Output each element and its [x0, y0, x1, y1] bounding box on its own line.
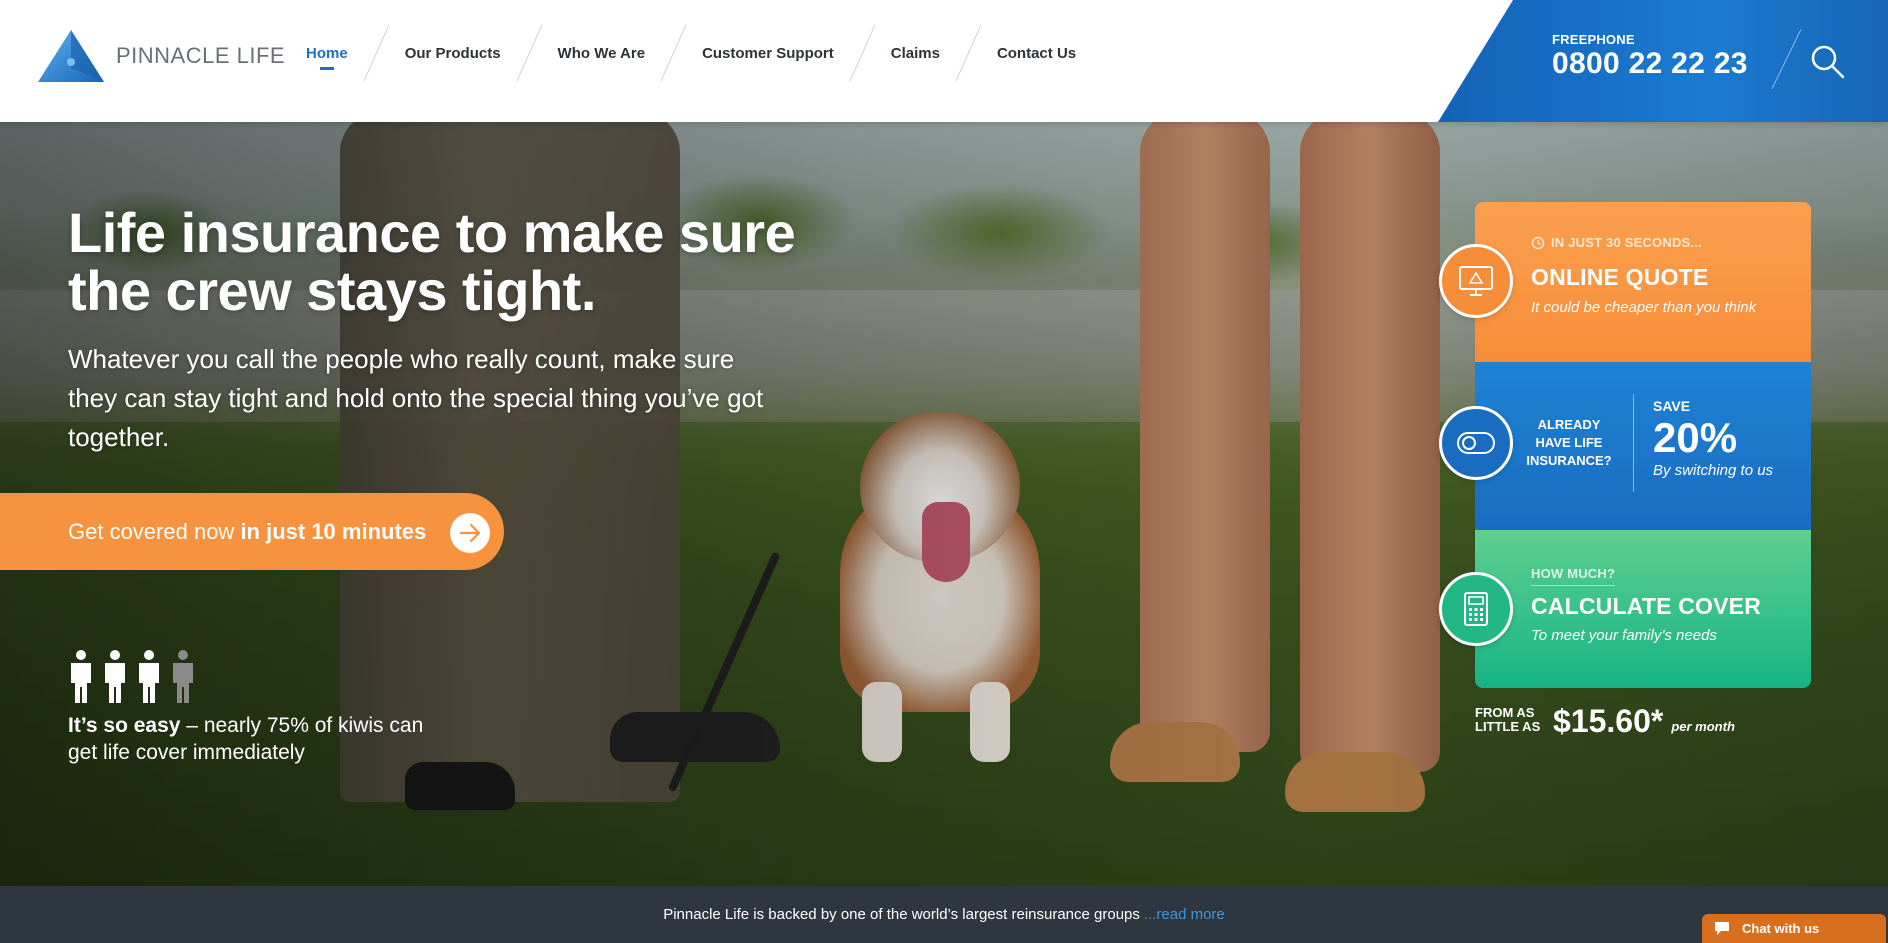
card-kicker: IN JUST 30 SECONDS... — [1531, 235, 1702, 250]
person-icon — [139, 650, 159, 703]
price-per-label: per month — [1671, 719, 1735, 734]
arrow-right-icon — [450, 513, 490, 553]
already-insured-question: ALREADY HAVE LIFE INSURANCE? — [1526, 417, 1612, 468]
nav-divider — [660, 24, 687, 82]
nav-divider — [363, 24, 390, 82]
freephone-label: FREEPHONE — [1552, 32, 1635, 47]
save-subtitle: By switching to us — [1653, 462, 1774, 479]
logo-text: PINNACLE LIFE — [116, 43, 286, 68]
person-icon — [105, 650, 125, 703]
nav-customer-support[interactable]: Customer Support — [696, 0, 840, 106]
cta-label: Get covered now in just 10 minutes — [68, 518, 427, 544]
person-icon-dimmed — [173, 650, 193, 703]
calculator-icon — [1439, 572, 1513, 646]
read-more-link[interactable]: ...read more — [1144, 906, 1225, 923]
search-icon — [1811, 45, 1845, 79]
person-icon — [71, 650, 91, 703]
freephone-number: 0800 22 22 23 — [1552, 47, 1748, 80]
chat-with-us-button[interactable]: Chat with us — [1702, 914, 1886, 943]
chat-label: Chat with us — [1742, 921, 1820, 936]
toggle-icon — [1439, 406, 1513, 480]
clock-icon — [1531, 236, 1545, 249]
card-subtitle: It could be cheaper than you think — [1531, 299, 1757, 316]
monitor-icon — [1439, 244, 1513, 318]
nav-our-products[interactable]: Our Products — [399, 0, 507, 106]
hero-title: Life insurance to make sure the crew sta… — [68, 201, 796, 322]
people-icons — [68, 649, 196, 705]
nav-divider — [955, 24, 982, 82]
card-kicker: HOW MUCH? — [1531, 566, 1616, 586]
search-button[interactable] — [1810, 44, 1846, 80]
calculate-cover-card[interactable]: HOW MUCH? CALCULATE COVER To meet your f… — [1439, 530, 1811, 688]
nav-divider — [515, 24, 543, 82]
freephone-link[interactable]: FREEPHONE 0800 22 22 23 — [1552, 32, 1748, 81]
save-label: SAVE — [1653, 398, 1691, 414]
nav-who-we-are[interactable]: Who We Are — [552, 0, 652, 106]
logo[interactable]: PINNACLE LIFE — [36, 28, 285, 84]
reinsurance-text: Pinnacle Life is backed by one of the wo… — [663, 906, 1140, 923]
nav-divider — [849, 24, 876, 82]
card-title: CALCULATE COVER — [1531, 593, 1762, 619]
save-divider — [1633, 394, 1634, 492]
pyramid-logo-icon — [38, 30, 104, 82]
reinsurance-banner: Pinnacle Life is backed by one of the wo… — [0, 886, 1888, 943]
save-percentage: 20% — [1653, 414, 1738, 461]
nav-claims[interactable]: Claims — [885, 0, 946, 106]
nav-contact-us[interactable]: Contact Us — [991, 0, 1082, 106]
price-teaser: FROM AS LITTLE AS $15.60* per month — [1475, 703, 1735, 740]
nav-home[interactable]: Home — [300, 0, 354, 106]
main-nav: Home Our Products Who We Are Customer Su… — [300, 0, 1082, 106]
hero-subtitle: Whatever you call the people who really … — [68, 344, 764, 452]
card-title: ONLINE QUOTE — [1531, 264, 1709, 290]
price-value: $15.60* — [1553, 703, 1664, 739]
price-from-label: FROM AS LITTLE AS — [1475, 705, 1541, 734]
site-header: PINNACLE LIFE Home Our Products Who We A… — [0, 0, 1888, 122]
easy-statement: It’s so easy – nearly 75% of kiwis can g… — [68, 714, 424, 764]
online-quote-card[interactable]: IN JUST 30 SECONDS... ONLINE QUOTE It co… — [1439, 202, 1811, 362]
get-covered-button[interactable]: Get covered now in just 10 minutes — [0, 493, 504, 570]
card-subtitle: To meet your family’s needs — [1531, 627, 1717, 644]
chat-bubble-icon — [1715, 922, 1729, 935]
action-cards: IN JUST 30 SECONDS... ONLINE QUOTE It co… — [1439, 202, 1811, 688]
switch-save-card[interactable]: ALREADY HAVE LIFE INSURANCE? SAVE 20% By… — [1439, 362, 1811, 530]
